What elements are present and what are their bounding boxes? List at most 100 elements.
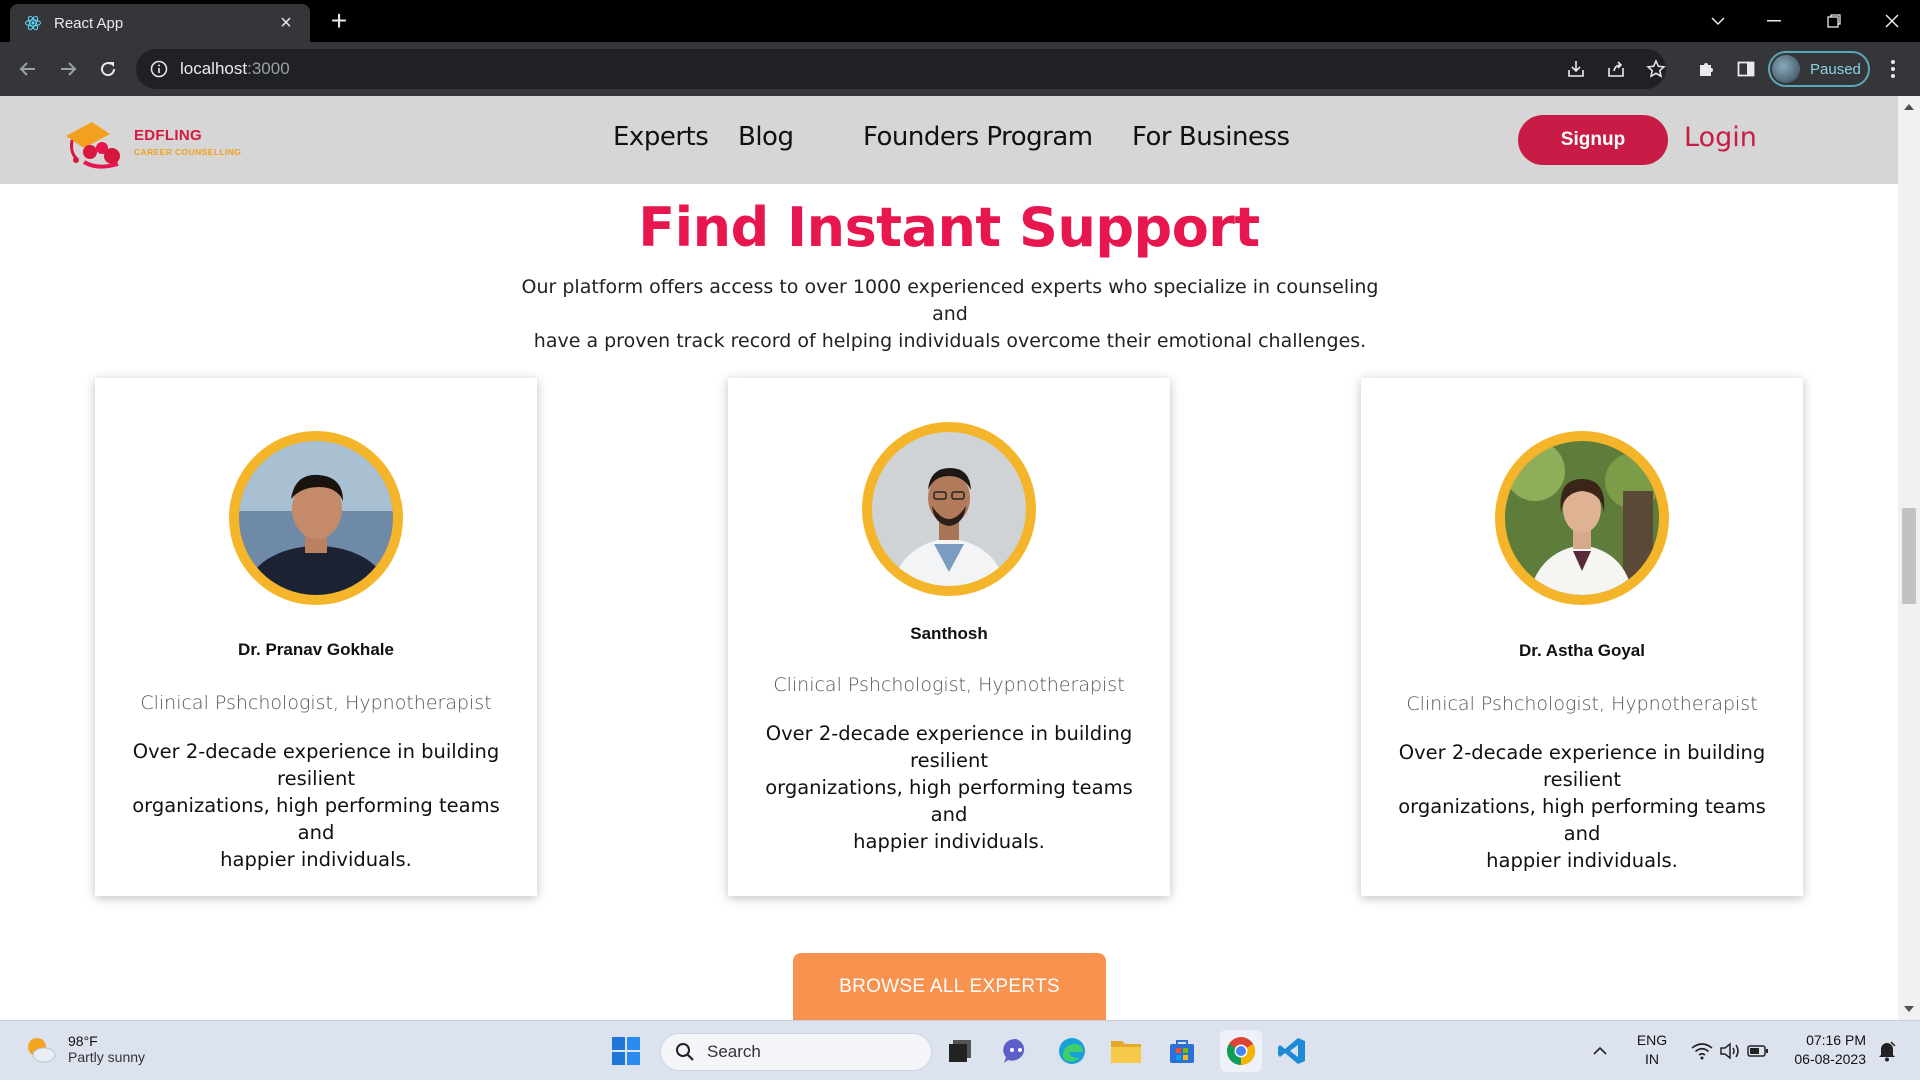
react-icon	[25, 15, 41, 31]
expert-name: Santhosh	[910, 624, 988, 643]
taskbar-search-placeholder: Search	[707, 1042, 761, 1061]
nav-blog[interactable]: Blog	[738, 122, 794, 152]
expert-card[interactable]: Dr. Pranav Gokhale Clinical Pshchologist…	[95, 378, 537, 896]
language-code: ENG	[1636, 1032, 1668, 1048]
expert-bio-line: happier individuals.	[1486, 849, 1678, 872]
expert-photo	[862, 422, 1036, 596]
expert-role: Clinical Pshchologist, Hypnotherapist	[1406, 693, 1758, 715]
section-description-line: have a proven track record of helping in…	[533, 330, 1367, 352]
menu-icon[interactable]	[1880, 56, 1906, 82]
wifi-icon	[1691, 1043, 1713, 1060]
volume-icon	[1720, 1042, 1739, 1060]
expert-photo	[1495, 431, 1669, 605]
minimize-button[interactable]	[1746, 0, 1802, 42]
close-window-button[interactable]	[1864, 0, 1920, 42]
info-icon[interactable]	[150, 60, 168, 78]
expert-bio: Over 2-decade experience in building res…	[744, 720, 1154, 855]
page-scrollbar[interactable]	[1898, 96, 1920, 1020]
extensions-icon[interactable]	[1693, 56, 1719, 82]
windows-start-icon[interactable]	[608, 1033, 644, 1069]
signup-button[interactable]: Signup	[1518, 115, 1668, 165]
weather-widget[interactable]: 98°F Partly sunny	[22, 1031, 145, 1067]
nav-for-business[interactable]: For Business	[1132, 122, 1290, 152]
clock-date: 06-08-2023	[1794, 1051, 1866, 1067]
nav-experts[interactable]: Experts	[613, 122, 709, 152]
nav-founders-program[interactable]: Founders Program	[863, 122, 1093, 152]
expert-card[interactable]: Santhosh Clinical Pshchologist, Hypnothe…	[728, 378, 1170, 896]
expert-bio-line: Over 2-decade experience in building res…	[132, 740, 500, 790]
tab-close-icon[interactable]: ×	[276, 12, 296, 34]
store-icon[interactable]	[1164, 1033, 1200, 1069]
back-icon[interactable]	[14, 55, 42, 83]
sidepanel-icon[interactable]	[1733, 56, 1759, 82]
scroll-down-icon[interactable]	[1904, 1006, 1914, 1012]
address-bar[interactable]: localhost:3000	[136, 49, 1666, 89]
scrollbar-thumb[interactable]	[1902, 508, 1916, 604]
brand-tagline: CAREER COUNSELLING	[134, 147, 242, 157]
expert-bio-line: organizations, high performing teams and	[132, 794, 500, 844]
tab-search-icon[interactable]	[1690, 0, 1746, 42]
forward-icon[interactable]	[54, 55, 82, 83]
task-view-icon[interactable]	[942, 1033, 978, 1069]
browser-tab[interactable]: React App ×	[10, 4, 310, 42]
reload-icon[interactable]	[94, 55, 122, 83]
tray-chevron-icon[interactable]	[1585, 1033, 1615, 1069]
expert-bio-line: happier individuals.	[220, 848, 412, 871]
avatar	[1772, 55, 1800, 83]
expert-bio: Over 2-decade experience in building res…	[1377, 739, 1787, 874]
expert-bio-line: organizations, high performing teams and	[765, 776, 1133, 826]
scroll-up-icon[interactable]	[1904, 104, 1914, 110]
expert-bio-line: happier individuals.	[853, 830, 1045, 853]
profile-status: Paused	[1810, 60, 1861, 78]
taskbar: 98°F Partly sunny Search ENG IN 07:16 PM…	[0, 1020, 1920, 1080]
new-tab-button[interactable]: +	[325, 7, 353, 36]
vscode-icon[interactable]	[1274, 1033, 1310, 1069]
expert-card[interactable]: Dr. Astha Goyal Clinical Pshchologist, H…	[1361, 378, 1803, 896]
expert-bio-line: Over 2-decade experience in building res…	[1398, 741, 1766, 791]
edge-icon[interactable]	[1054, 1033, 1090, 1069]
url-host: localhost	[180, 59, 248, 78]
install-icon[interactable]	[1563, 56, 1589, 82]
clock-time: 07:16 PM	[1806, 1032, 1866, 1048]
brand-name: EDFLING	[134, 127, 202, 144]
weather-icon	[28, 1038, 56, 1063]
system-tray[interactable]	[1680, 1033, 1780, 1069]
section-title: Find Instant Support	[638, 196, 1260, 259]
taskbar-search[interactable]: Search	[660, 1033, 932, 1071]
logo-mark-icon	[66, 122, 120, 169]
expert-bio-line: Over 2-decade experience in building res…	[765, 722, 1133, 772]
browser-toolbar: localhost:3000 Paused	[0, 42, 1920, 96]
share-icon[interactable]	[1603, 56, 1629, 82]
profile-button[interactable]: Paused	[1768, 51, 1870, 87]
file-explorer-icon[interactable]	[1108, 1033, 1144, 1069]
expert-role: Clinical Pshchologist, Hypnotherapist	[773, 674, 1125, 696]
expert-name: Dr. Astha Goyal	[1519, 641, 1645, 660]
expert-bio: Over 2-decade experience in building res…	[111, 738, 521, 873]
page-viewport: EDFLING CAREER COUNSELLING Experts Blog …	[0, 96, 1920, 1020]
weather-temp: 98°F	[68, 1033, 98, 1049]
search-icon	[676, 1043, 694, 1061]
section-description: Our platform offers access to over 1000 …	[520, 274, 1380, 355]
section-description-line: Our platform offers access to over 1000 …	[521, 276, 1379, 325]
site-header: EDFLING CAREER COUNSELLING Experts Blog …	[0, 96, 1898, 184]
region-code: IN	[1645, 1051, 1659, 1067]
notification-icon[interactable]	[1872, 1033, 1902, 1069]
url-port: :3000	[247, 59, 290, 78]
expert-bio-line: organizations, high performing teams and	[1398, 795, 1766, 845]
browse-all-experts-button[interactable]: BROWSE ALL EXPERTS	[793, 953, 1106, 1020]
language-indicator[interactable]: ENG IN	[1634, 1031, 1670, 1069]
weather-condition: Partly sunny	[68, 1049, 146, 1065]
battery-icon	[1747, 1045, 1768, 1057]
restore-button[interactable]	[1806, 0, 1862, 42]
expert-photo	[229, 431, 403, 605]
expert-role: Clinical Pshchologist, Hypnotherapist	[140, 692, 492, 714]
chrome-icon[interactable]	[1220, 1030, 1262, 1072]
star-icon[interactable]	[1643, 56, 1669, 82]
teams-icon[interactable]	[998, 1033, 1034, 1069]
brand-logo[interactable]: EDFLING CAREER COUNSELLING	[62, 114, 252, 170]
login-link[interactable]: Login	[1684, 122, 1757, 153]
clock[interactable]: 07:16 PM 06-08-2023	[1782, 1031, 1866, 1069]
expert-name: Dr. Pranav Gokhale	[238, 640, 394, 659]
tab-title: React App	[54, 14, 124, 32]
browser-tabstrip: React App × +	[0, 0, 1920, 42]
